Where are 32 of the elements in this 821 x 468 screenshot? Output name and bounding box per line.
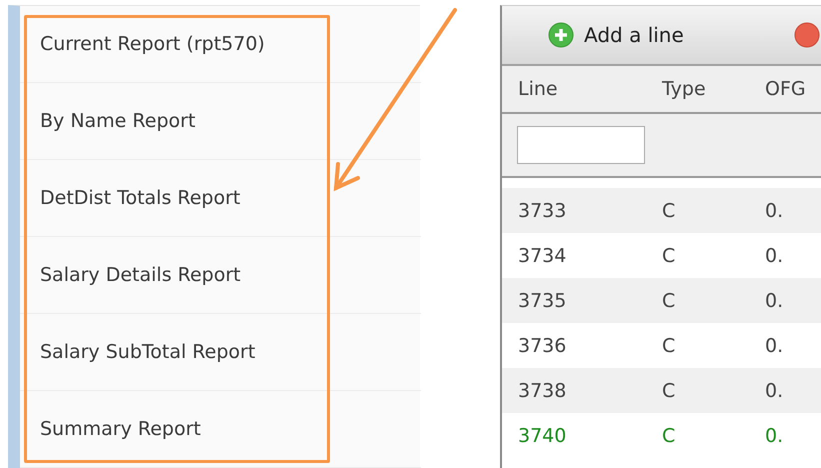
report-menu-item[interactable]: Salary Details Report	[20, 237, 421, 314]
plus-icon	[548, 22, 574, 48]
report-menu-item[interactable]: Current Report (rpt570)	[20, 6, 421, 83]
table-cell-text: C	[661, 244, 676, 266]
filter-field[interactable]	[517, 126, 645, 164]
column-header[interactable]: OFG	[749, 78, 806, 100]
table-cell-text: C	[661, 290, 676, 312]
remove-icon	[794, 22, 820, 48]
table-cell-text: 3736	[517, 334, 568, 356]
remove-button[interactable]	[794, 22, 820, 48]
report-menu-item[interactable]: Salary SubTotal Report	[20, 314, 421, 391]
table-cell-text: 0.	[764, 334, 784, 356]
table-cell-text: 3733	[517, 200, 568, 222]
report-menu-item[interactable]: DetDist Totals Report	[20, 160, 421, 237]
table-cell-text: C	[661, 424, 676, 446]
table-cell-text: 3740	[517, 424, 568, 446]
column-header[interactable]: Line	[502, 78, 646, 100]
table-cell-text: C	[661, 334, 676, 356]
table-cell-text: C	[661, 380, 676, 402]
table-cell-text: 0.	[764, 244, 784, 266]
table-cell-text: 3738	[517, 380, 568, 402]
table-cell-text: 3734	[517, 244, 568, 266]
table-cell-text: 0.	[764, 380, 784, 402]
table-cell-text: 0.	[764, 424, 784, 446]
table-cell-text: C	[661, 200, 676, 222]
report-menu-item[interactable]: By Name Report	[20, 83, 421, 160]
report-menu-item[interactable]: Summary Report	[20, 391, 421, 468]
table-cell-text: 3735	[517, 290, 568, 312]
add-line-button[interactable]: Add a line	[548, 22, 684, 48]
column-header[interactable]: Type	[646, 78, 749, 100]
table-cell-text: 0.	[764, 290, 784, 312]
table-cell-text: 0.	[764, 200, 784, 222]
